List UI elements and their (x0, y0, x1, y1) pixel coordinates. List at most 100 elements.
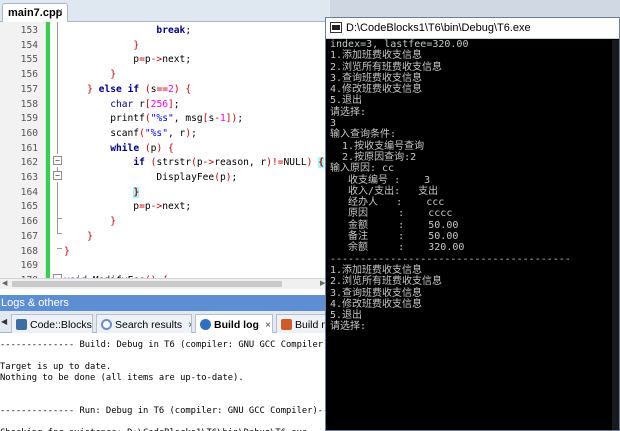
console-line: 3.查询班费收支信息 (330, 287, 423, 299)
code-text: } (87, 230, 93, 242)
code-line: 154 } (0, 39, 330, 54)
fold-toggle-icon[interactable]: − (53, 171, 62, 180)
code-line: 161 while (p) { (0, 142, 330, 157)
console-line: 收支编号 : 3 (330, 174, 431, 186)
code-line: 158 char r[256]; (0, 98, 330, 113)
line-number: 169 (20, 260, 38, 272)
code-line: 163 DisplayFee(p); (0, 171, 330, 186)
line-number: 153 (20, 25, 38, 36)
logs-tabbar: ◀ Code::Blocks× Search results× Build lo… (0, 311, 330, 333)
console-line: 5.退出 (330, 95, 363, 107)
fold-toggle-icon[interactable]: − (53, 156, 62, 165)
fold-end-tick (57, 233, 62, 234)
code-text: } (110, 216, 116, 228)
line-number: 163 (20, 172, 38, 183)
scrollbar-thumb[interactable] (12, 281, 282, 287)
code-editor[interactable]: 153 break; 154 } 155 p=p->next; 156 } 157 } … (0, 22, 330, 278)
console-output: index=3, lastfee=320.00 1.添加班费收支信息 2.浏览所有班… (330, 39, 619, 333)
console-line: 余额 : 320.00 (330, 242, 465, 254)
build-log-output[interactable]: -------------- Build: Debug in T6 (compi… (0, 334, 330, 431)
console-line: 1.按收支编号查询 (330, 140, 425, 152)
line-number: 162 (20, 157, 38, 169)
line-number: 155 (20, 54, 38, 66)
code-line: 162 if (strstr(p->reason, r)!=NULL) { (0, 156, 330, 171)
code-text: break; (156, 25, 192, 36)
close-icon[interactable]: × (188, 319, 191, 331)
tab-search-results[interactable]: Search results × (96, 314, 192, 333)
line-number: 165 (20, 201, 38, 213)
code-text: p=p->next; (64, 201, 192, 213)
tab-build-messages[interactable]: Build messages (276, 314, 330, 333)
tab-scroll-left-icon[interactable]: ◀ (1, 317, 7, 326)
console-titlebar[interactable]: D:\CodeBlocks1\T6\bin\Debug\T6.exe (326, 18, 619, 39)
build-log-icon (200, 319, 211, 330)
log-line: -------------- Build: Debug in T6 (compi… (0, 340, 330, 350)
fold-guide (57, 218, 58, 234)
console-line: 2.按原因查询:2 (330, 151, 417, 163)
code-text: scanf("%s", r); (64, 127, 197, 139)
log-line: -------------- Run: Debug in T6 (compile… (0, 406, 330, 416)
code-text: } (133, 186, 140, 198)
editor-tabbar: main7.cpp × (0, 0, 330, 22)
tab-build-log-label: Build log (214, 319, 259, 331)
fold-guide (57, 167, 58, 171)
console-line: 2.浏览所有班费收支信息 (330, 61, 443, 73)
code-line: 157 } else if (s==2) { (0, 83, 330, 98)
code-line: 168} (0, 245, 330, 260)
line-number: 161 (20, 142, 38, 154)
console-scrollbar[interactable] (612, 40, 619, 430)
tab-build-log[interactable]: Build log × (195, 314, 273, 333)
code-line: 169 (0, 259, 330, 274)
console-line: ---------------------------------------- (330, 253, 571, 265)
line-number: 157 (20, 83, 38, 95)
code-line: 159 printf("%s", msg[s-1]); (0, 112, 330, 127)
console-line: 备注 : 50.00 (330, 231, 459, 243)
line-number: 159 (20, 113, 38, 125)
console-window[interactable]: D:\CodeBlocks1\T6\bin\Debug\T6.exe index… (325, 17, 620, 431)
codeblocks-icon (16, 319, 27, 330)
code-text: } (64, 245, 70, 257)
code-line: 165 p=p->next; (0, 200, 330, 215)
console-line: 输入原因: cc (330, 163, 395, 175)
line-number: 160 (20, 127, 38, 139)
tab-codeblocks-label: Code::Blocks (30, 319, 92, 331)
console-line: 5.退出 (330, 310, 363, 322)
line-number: 167 (20, 230, 38, 242)
line-number: 166 (20, 216, 38, 228)
line-number: 156 (20, 69, 38, 81)
ide-window: main7.cpp × 153 break; 154 } 155 p=p->next… (0, 0, 330, 431)
line-number: 164 (20, 186, 38, 198)
file-tab[interactable]: main7.cpp × (2, 3, 68, 22)
code-text: char r[256]; (110, 98, 180, 110)
console-title: D:\CodeBlocks1\T6\bin\Debug\T6.exe (346, 22, 531, 34)
line-number: 154 (20, 39, 38, 51)
code-text: } (110, 69, 116, 81)
close-tab-icon[interactable]: × (57, 6, 63, 18)
log-line: Nothing to be done (all items are up-to-… (0, 373, 244, 383)
console-line: 请选择: (330, 321, 367, 333)
code-text: while (p) { (110, 142, 174, 154)
line-number: 158 (20, 98, 38, 110)
console-line: 1.添加班费收支信息 (330, 264, 423, 276)
console-app-icon (330, 22, 342, 33)
horizontal-scrollbar[interactable]: ◀ ▶ (0, 278, 330, 289)
search-icon (101, 319, 112, 330)
scroll-left-icon[interactable]: ◀ (2, 279, 7, 289)
tab-codeblocks[interactable]: Code::Blocks× (11, 314, 93, 333)
console-line: 原因 : cccc (330, 208, 453, 220)
code-text: if (strstr(p->reason, r)!=NULL) { (133, 157, 324, 169)
console-line: 1.添加班费收支信息 (330, 50, 423, 62)
code-line: 167 } (0, 230, 330, 245)
logs-panel-title: Logs & others (0, 295, 330, 311)
close-icon[interactable]: × (265, 319, 271, 331)
console-line: 3 (330, 118, 337, 130)
fold-guide (57, 22, 58, 154)
console-line: 3.查询班费收支信息 (330, 72, 423, 84)
console-line: 输入查询条件: (330, 129, 397, 141)
console-line: 4.修改班费收支信息 (330, 84, 423, 96)
console-line: index=3, lastfee=320.00 (330, 39, 469, 50)
log-line: Target is up to date. (0, 362, 112, 372)
code-text: p=p->next; (64, 54, 192, 66)
file-tab-label: main7.cpp (8, 7, 63, 19)
line-number: 168 (20, 245, 38, 257)
